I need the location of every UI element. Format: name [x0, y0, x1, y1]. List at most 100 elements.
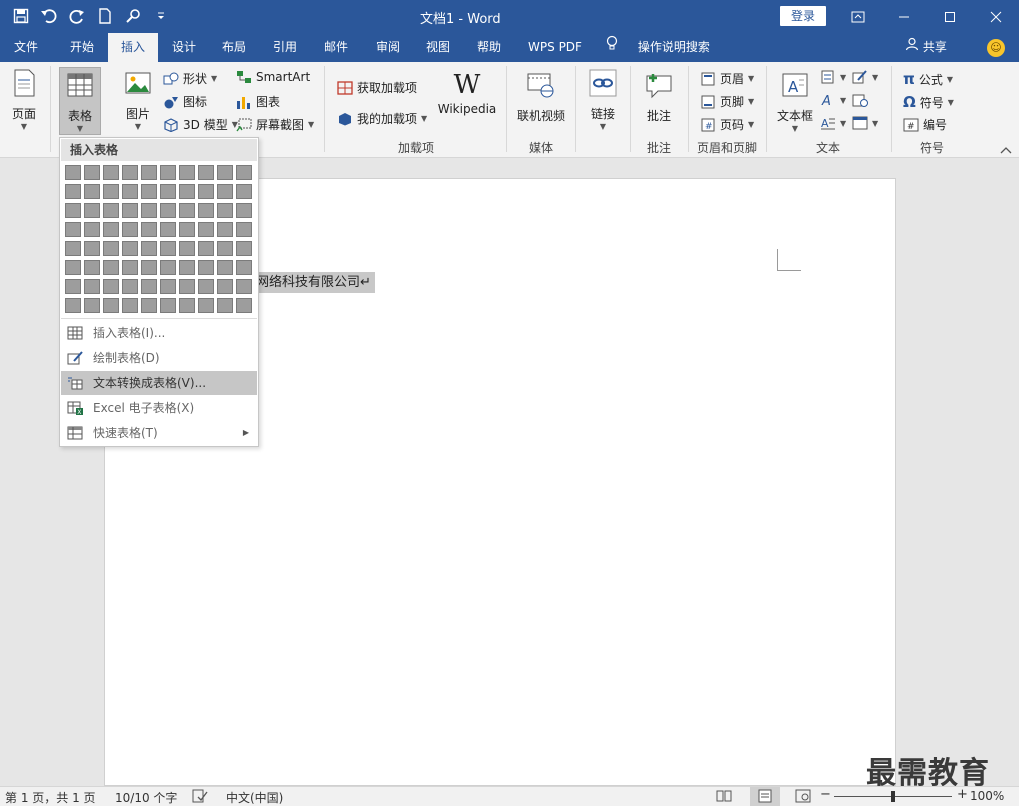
tab-home[interactable]: 开始 [58, 33, 106, 62]
table-grid-cell[interactable] [236, 222, 252, 237]
table-grid-cell[interactable] [65, 241, 81, 256]
table-grid-cell[interactable] [122, 165, 138, 180]
table-grid-cell[interactable] [236, 241, 252, 256]
maximize-icon[interactable] [927, 0, 973, 33]
table-grid-cell[interactable] [217, 184, 233, 199]
share-button[interactable]: 共享 [905, 33, 947, 62]
table-grid-cell[interactable] [65, 184, 81, 199]
table-grid-cell[interactable] [122, 203, 138, 218]
tab-wps-pdf[interactable]: WPS PDF [520, 33, 590, 62]
feedback-smiley-icon[interactable]: ☺ [987, 39, 1005, 57]
get-addins-button[interactable]: 获取加载项 [337, 79, 417, 96]
table-grid-cell[interactable] [160, 222, 176, 237]
table-grid-cell[interactable] [179, 203, 195, 218]
table-grid-cell[interactable] [236, 260, 252, 275]
language-indicator[interactable]: 中文(中国) [226, 789, 283, 806]
login-button[interactable]: 登录 [780, 6, 826, 26]
tab-layout[interactable]: 布局 [212, 33, 256, 62]
word-count[interactable]: 10/10 个字 [115, 789, 177, 806]
tab-references[interactable]: 引用 [263, 33, 307, 62]
table-grid-cell[interactable] [198, 222, 214, 237]
table-grid-cell[interactable] [141, 203, 157, 218]
tab-help[interactable]: 帮助 [467, 33, 511, 62]
table-grid-cell[interactable] [141, 260, 157, 275]
table-grid-cell[interactable] [217, 203, 233, 218]
icons-button[interactable]: 图标 [163, 93, 207, 110]
table-grid-cell[interactable] [179, 298, 195, 313]
table-grid-cell[interactable] [103, 165, 119, 180]
zoom-slider-thumb[interactable] [891, 791, 895, 802]
insert-table-menu-item[interactable]: 插入表格(I)... [61, 321, 257, 345]
table-grid-cell[interactable] [65, 298, 81, 313]
table-grid-cell[interactable] [198, 260, 214, 275]
header-button[interactable]: 页眉 ▼ [700, 70, 754, 87]
zoom-in-icon[interactable]: + [957, 787, 968, 802]
table-grid-cell[interactable] [103, 184, 119, 199]
object-button[interactable]: ▼ [852, 116, 878, 130]
table-grid-cell[interactable] [179, 184, 195, 199]
table-grid-cell[interactable] [122, 279, 138, 294]
table-button[interactable]: 表格 ▼ [59, 67, 101, 135]
pages-button[interactable]: 页面 ▼ [6, 68, 42, 131]
signature-line-button[interactable]: ▼ [852, 70, 878, 84]
table-grid-cell[interactable] [179, 279, 195, 294]
page-count[interactable]: 第 1 页，共 1 页 [5, 789, 96, 806]
table-grid-cell[interactable] [236, 165, 252, 180]
tab-mailings[interactable]: 邮件 [314, 33, 358, 62]
table-grid-cell[interactable] [236, 184, 252, 199]
zoom-out-icon[interactable]: − [820, 787, 831, 802]
draw-table-menu-item[interactable]: 绘制表格(D) [61, 346, 257, 370]
page-number-button[interactable]: # 页码 ▼ [700, 116, 754, 133]
read-mode-icon[interactable] [716, 789, 732, 806]
table-grid-cell[interactable] [160, 279, 176, 294]
zoom-level[interactable]: 100% [970, 789, 1004, 803]
table-grid-cell[interactable] [122, 260, 138, 275]
table-grid-cell[interactable] [122, 298, 138, 313]
table-grid-cell[interactable] [122, 241, 138, 256]
table-grid-cell[interactable] [217, 279, 233, 294]
tab-view[interactable]: 视图 [416, 33, 460, 62]
table-grid-cell[interactable] [179, 260, 195, 275]
table-grid-cell[interactable] [141, 222, 157, 237]
table-grid-cell[interactable] [236, 203, 252, 218]
table-grid-cell[interactable] [65, 165, 81, 180]
link-button[interactable]: 链接 ▼ [584, 68, 622, 131]
tab-file[interactable]: 文件 [4, 33, 48, 62]
table-grid-cell[interactable] [160, 260, 176, 275]
table-grid-cell[interactable] [103, 260, 119, 275]
table-grid-cell[interactable] [217, 222, 233, 237]
quick-parts-button[interactable]: ▼ [820, 70, 846, 84]
save-icon[interactable] [10, 6, 32, 26]
table-grid-cell[interactable] [84, 241, 100, 256]
footer-button[interactable]: 页脚 ▼ [700, 93, 754, 110]
tab-insert[interactable]: 插入 [108, 33, 158, 62]
table-grid-cell[interactable] [65, 279, 81, 294]
3d-models-button[interactable]: 3D 模型 ▼ [163, 116, 238, 133]
table-grid-cell[interactable] [84, 298, 100, 313]
symbol-button[interactable]: Ω 符号 ▼ [903, 93, 954, 111]
my-addins-button[interactable]: 我的加载项 ▼ [337, 110, 427, 127]
tell-me-search[interactable]: 操作说明搜索 [606, 33, 716, 62]
table-grid-cell[interactable] [160, 184, 176, 199]
table-grid-cell[interactable] [198, 165, 214, 180]
selected-text[interactable]: 网络科技有限公司↵ [255, 272, 375, 293]
wikipedia-button[interactable]: W Wikipedia [434, 70, 500, 116]
undo-icon[interactable] [38, 6, 60, 26]
table-grid-cell[interactable] [65, 203, 81, 218]
table-grid-cell[interactable] [122, 222, 138, 237]
table-grid-cell[interactable] [103, 279, 119, 294]
table-grid-cell[interactable] [141, 298, 157, 313]
convert-text-to-table-menu-item[interactable]: 文本转换成表格(V)... [61, 371, 257, 395]
chart-button[interactable]: 图表 [236, 93, 280, 110]
text-box-button[interactable]: A 文本框 ▼ [773, 70, 817, 133]
comment-button[interactable]: 批注 [638, 70, 680, 124]
drop-cap-button[interactable]: A ▼ [820, 116, 846, 130]
find-icon[interactable] [122, 6, 144, 26]
table-grid-cell[interactable] [103, 203, 119, 218]
table-grid-cell[interactable] [236, 279, 252, 294]
minimize-icon[interactable] [881, 0, 927, 33]
table-grid-cell[interactable] [217, 298, 233, 313]
web-layout-icon[interactable] [795, 789, 811, 806]
table-grid-cell[interactable] [160, 241, 176, 256]
shapes-button[interactable]: 形状 ▼ [163, 70, 217, 87]
